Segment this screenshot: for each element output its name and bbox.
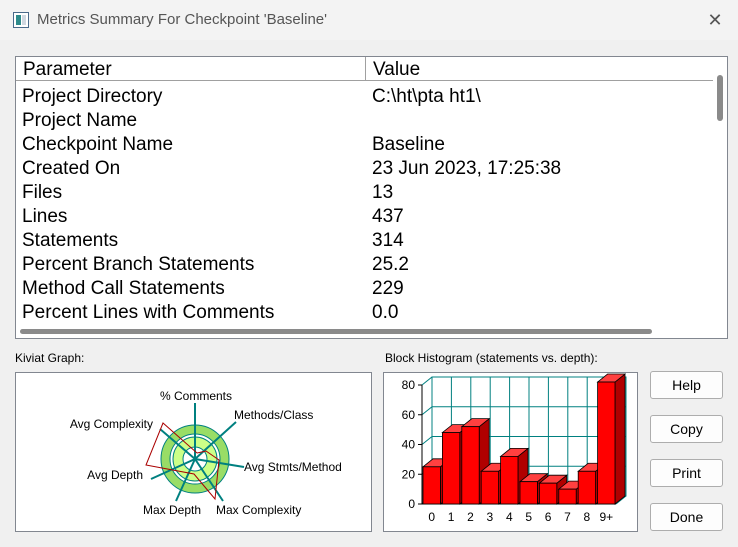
app-icon	[13, 12, 29, 28]
column-header-parameter[interactable]: Parameter	[16, 57, 366, 81]
histogram-xtick-label: 4	[506, 510, 513, 524]
histogram-ytick-label: 40	[402, 438, 416, 452]
row-parameter: Project Name	[22, 110, 138, 131]
kiviat-axis-label-comments: % Comments	[160, 389, 232, 403]
horizontal-scroll-thumb[interactable]	[20, 329, 652, 334]
histogram-bar	[577, 470, 596, 505]
help-button[interactable]: Help	[650, 371, 723, 399]
row-parameter: Project Directory	[22, 86, 163, 107]
row-value: 25.2	[372, 254, 409, 275]
row-parameter: Lines	[22, 206, 68, 227]
histogram-bar	[597, 381, 616, 505]
histogram-xtick-label: 3	[487, 510, 494, 524]
print-button[interactable]: Print	[650, 459, 723, 487]
row-value: 0.0	[372, 302, 399, 323]
table-row[interactable]: Method Call Statements 229	[16, 277, 711, 301]
row-value: 13	[372, 182, 394, 203]
kiviat-axis-label-avg-stmts-method: Avg Stmts/Method	[244, 460, 342, 474]
histogram-xtick-label: 2	[467, 510, 474, 524]
row-parameter: Checkpoint Name	[22, 134, 174, 155]
close-icon[interactable]: ✕	[700, 6, 730, 34]
histogram-bar	[461, 426, 480, 505]
table-row[interactable]: Checkpoint Name Baseline	[16, 133, 711, 157]
histogram-xtick-label: 6	[545, 510, 552, 524]
row-value: Baseline	[372, 134, 445, 155]
window-title: Metrics Summary For Checkpoint 'Baseline…	[37, 11, 327, 28]
table-row[interactable]: Percent Branch Statements 25.2	[16, 253, 711, 277]
histogram-ytick-label: 0	[408, 497, 415, 511]
row-value: 314	[372, 230, 404, 251]
table-row[interactable]: Percent Lines with Comments 0.0	[16, 301, 711, 325]
copy-button[interactable]: Copy	[650, 415, 723, 443]
table-row[interactable]: Statements 314	[16, 229, 711, 253]
row-parameter: Percent Lines with Comments	[22, 302, 275, 323]
histogram-bar	[422, 466, 441, 505]
row-parameter: Percent Branch Statements	[22, 254, 255, 275]
block-histogram: 0 20 40 60 80 0 1 2 3 4 5 6 7 8 9+	[383, 372, 638, 532]
column-header-value[interactable]: Value	[366, 57, 711, 81]
histogram-xtick-label: 0	[428, 510, 435, 524]
table-header: Parameter Value	[16, 57, 727, 81]
histogram-bar	[500, 456, 519, 505]
row-parameter: Created On	[22, 158, 121, 179]
table-row[interactable]: Project Name	[16, 109, 711, 133]
histogram-side-gridline	[421, 376, 433, 386]
kiviat-svg: % Comments Methods/Class Avg Stmts/Metho…	[70, 389, 342, 517]
histogram-ytick-label: 80	[402, 378, 416, 392]
metrics-table[interactable]: Parameter Value Project Directory C:\ht\p…	[15, 56, 728, 339]
table-body: Project Directory C:\ht\pta ht1\ Project …	[16, 85, 711, 325]
histogram-side-gridline	[421, 436, 433, 445]
histogram-bar	[558, 488, 577, 505]
row-parameter: Statements	[22, 230, 119, 251]
row-value: 437	[372, 206, 404, 227]
histogram-side-gridline	[421, 406, 433, 416]
table-row[interactable]: Project Directory C:\ht\pta ht1\	[16, 85, 711, 109]
histogram-bar	[442, 432, 461, 505]
row-value: C:\ht\pta ht1\	[372, 86, 481, 107]
kiviat-label: Kiviat Graph:	[15, 351, 85, 365]
histogram-label: Block Histogram (statements vs. depth):	[385, 351, 598, 365]
histogram-bar-side	[614, 373, 626, 505]
kiviat-axis-label-max-complexity: Max Complexity	[216, 503, 301, 517]
histogram-ytick-label: 20	[402, 467, 416, 481]
histogram-ytick-label: 60	[402, 408, 416, 422]
histogram-svg: 0204060800 1 2 3 4 5 6 7 8 9+	[402, 373, 627, 524]
kiviat-axis-label-avg-depth: Avg Depth	[87, 468, 143, 482]
kiviat-axis-label-avg-complexity: Avg Complexity	[70, 417, 153, 431]
histogram-xtick-label: 9+	[599, 510, 613, 524]
row-value: 23 Jun 2023, 17:25:38	[372, 158, 562, 179]
kiviat-graph: % Comments Methods/Class Avg Stmts/Metho…	[15, 372, 372, 532]
title-bar: Metrics Summary For Checkpoint 'Baseline…	[0, 0, 738, 40]
row-value: 229	[372, 278, 404, 299]
kiviat-axis-label-max-depth: Max Depth	[143, 503, 201, 517]
histogram-xtick-label: 1	[448, 510, 455, 524]
vertical-scroll-thumb[interactable]	[717, 75, 723, 121]
histogram-xtick-label: 5	[525, 510, 532, 524]
done-button[interactable]: Done	[650, 503, 723, 531]
kiviat-axis-label-methods-class: Methods/Class	[234, 408, 313, 422]
horizontal-scrollbar[interactable]	[16, 323, 713, 338]
table-row[interactable]: Lines 437	[16, 205, 711, 229]
histogram-bar	[519, 481, 538, 505]
histogram-bar	[480, 470, 499, 505]
histogram-xtick-label: 7	[564, 510, 571, 524]
histogram-xtick-label: 8	[584, 510, 591, 524]
table-row[interactable]: Files 13	[16, 181, 711, 205]
table-row[interactable]: Created On 23 Jun 2023, 17:25:38	[16, 157, 711, 181]
row-parameter: Files	[22, 182, 63, 203]
histogram-bar	[538, 482, 558, 505]
vertical-scrollbar[interactable]	[713, 57, 727, 323]
row-parameter: Method Call Statements	[22, 278, 225, 299]
